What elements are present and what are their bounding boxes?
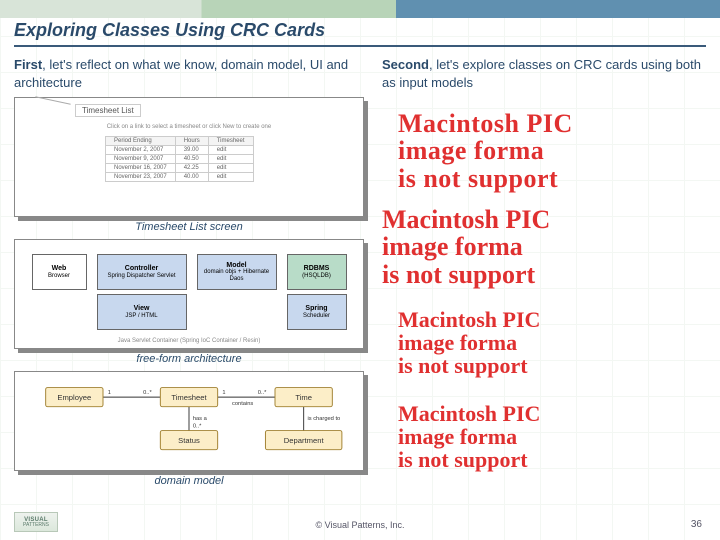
table-header-row: Period Ending Hours Timesheet [106, 137, 254, 146]
footer-copyright: © Visual Patterns, Inc. [0, 520, 720, 530]
left-lead-bold: First [14, 57, 42, 72]
col-timesheet: Timesheet [208, 137, 253, 146]
timesheet-subtitle: Click on a link to select a timesheet or… [15, 124, 363, 130]
arch-rdbms: RDBMS(HSQLDB) [287, 254, 347, 290]
architecture-panel: WebBrowser ControllerSpring Dispatcher S… [14, 239, 364, 349]
svg-text:Timesheet: Timesheet [171, 393, 207, 402]
callout-line [35, 96, 70, 104]
arch-scheduler: SpringScheduler [287, 294, 347, 330]
table-row: November 9, 200740.50edit [106, 155, 254, 164]
svg-text:Employee: Employee [57, 393, 91, 402]
timesheet-title: Timesheet List [75, 104, 141, 117]
svg-text:Status: Status [178, 436, 200, 445]
right-lead-rest: , let's explore classes on CRC cards usi… [382, 57, 701, 90]
left-lead-rest: , let's reflect on what we know, domain … [14, 57, 348, 90]
svg-text:Department: Department [284, 436, 325, 445]
col-period: Period Ending [106, 137, 176, 146]
title-bar: Exploring Classes Using CRC Cards [14, 20, 706, 47]
domain-model-svg: Employee Timesheet Time Status Departmen… [21, 378, 357, 464]
timesheet-caption: Timesheet List screen [14, 221, 364, 233]
svg-text:has a: has a [193, 416, 208, 422]
left-lead: First, let's reflect on what we know, do… [14, 56, 364, 91]
svg-text:is charged to: is charged to [307, 416, 340, 422]
table-row: November 23, 200740.00edit [106, 173, 254, 182]
svg-text:1: 1 [108, 390, 111, 396]
svg-text:1: 1 [222, 390, 225, 396]
pict-error-1: Macintosh PIC image forma is not support [398, 110, 573, 192]
left-column: First, let's reflect on what we know, do… [14, 56, 364, 493]
arch-model: Modeldomain objs + Hibernate Daos [197, 254, 277, 290]
page-title: Exploring Classes Using CRC Cards [14, 20, 706, 41]
pict-error-3: Macintosh PIC image forma is not support [398, 308, 540, 377]
arch-view: ViewJSP / HTML [97, 294, 187, 330]
svg-text:0..*: 0..* [193, 424, 202, 430]
timesheet-table: Period Ending Hours Timesheet November 2… [105, 136, 254, 182]
domain-caption: domain model [14, 475, 364, 487]
table-row: November 16, 200742.25edit [106, 164, 254, 173]
svg-text:0..*: 0..* [258, 390, 267, 396]
pict-error-4: Macintosh PIC image forma is not support [398, 402, 540, 471]
col-hours: Hours [175, 137, 208, 146]
timesheet-panel: Timesheet List Click on a link to select… [14, 97, 364, 217]
svg-text:0..*: 0..* [143, 390, 152, 396]
domain-panel: Employee Timesheet Time Status Departmen… [14, 371, 364, 471]
arch-browser: WebBrowser [32, 254, 87, 290]
table-row: November 2, 200739.00edit [106, 146, 254, 155]
right-lead-bold: Second [382, 57, 429, 72]
arch-footer: Java Servlet Container (Spring IoC Conta… [15, 338, 363, 344]
right-lead: Second, let's explore classes on CRC car… [382, 56, 712, 91]
right-column: Second, let's explore classes on CRC car… [382, 56, 712, 97]
pict-error-2: Macintosh PIC image forma is not support [382, 206, 550, 288]
svg-text:Time: Time [295, 393, 312, 402]
architecture-grid: WebBrowser ControllerSpring Dispatcher S… [21, 246, 357, 330]
arch-controller: ControllerSpring Dispatcher Servlet [97, 254, 187, 290]
page-number: 36 [691, 519, 702, 530]
architecture-caption: free-form architecture [14, 353, 364, 365]
svg-text:contains: contains [232, 401, 253, 407]
top-color-band [0, 0, 720, 18]
